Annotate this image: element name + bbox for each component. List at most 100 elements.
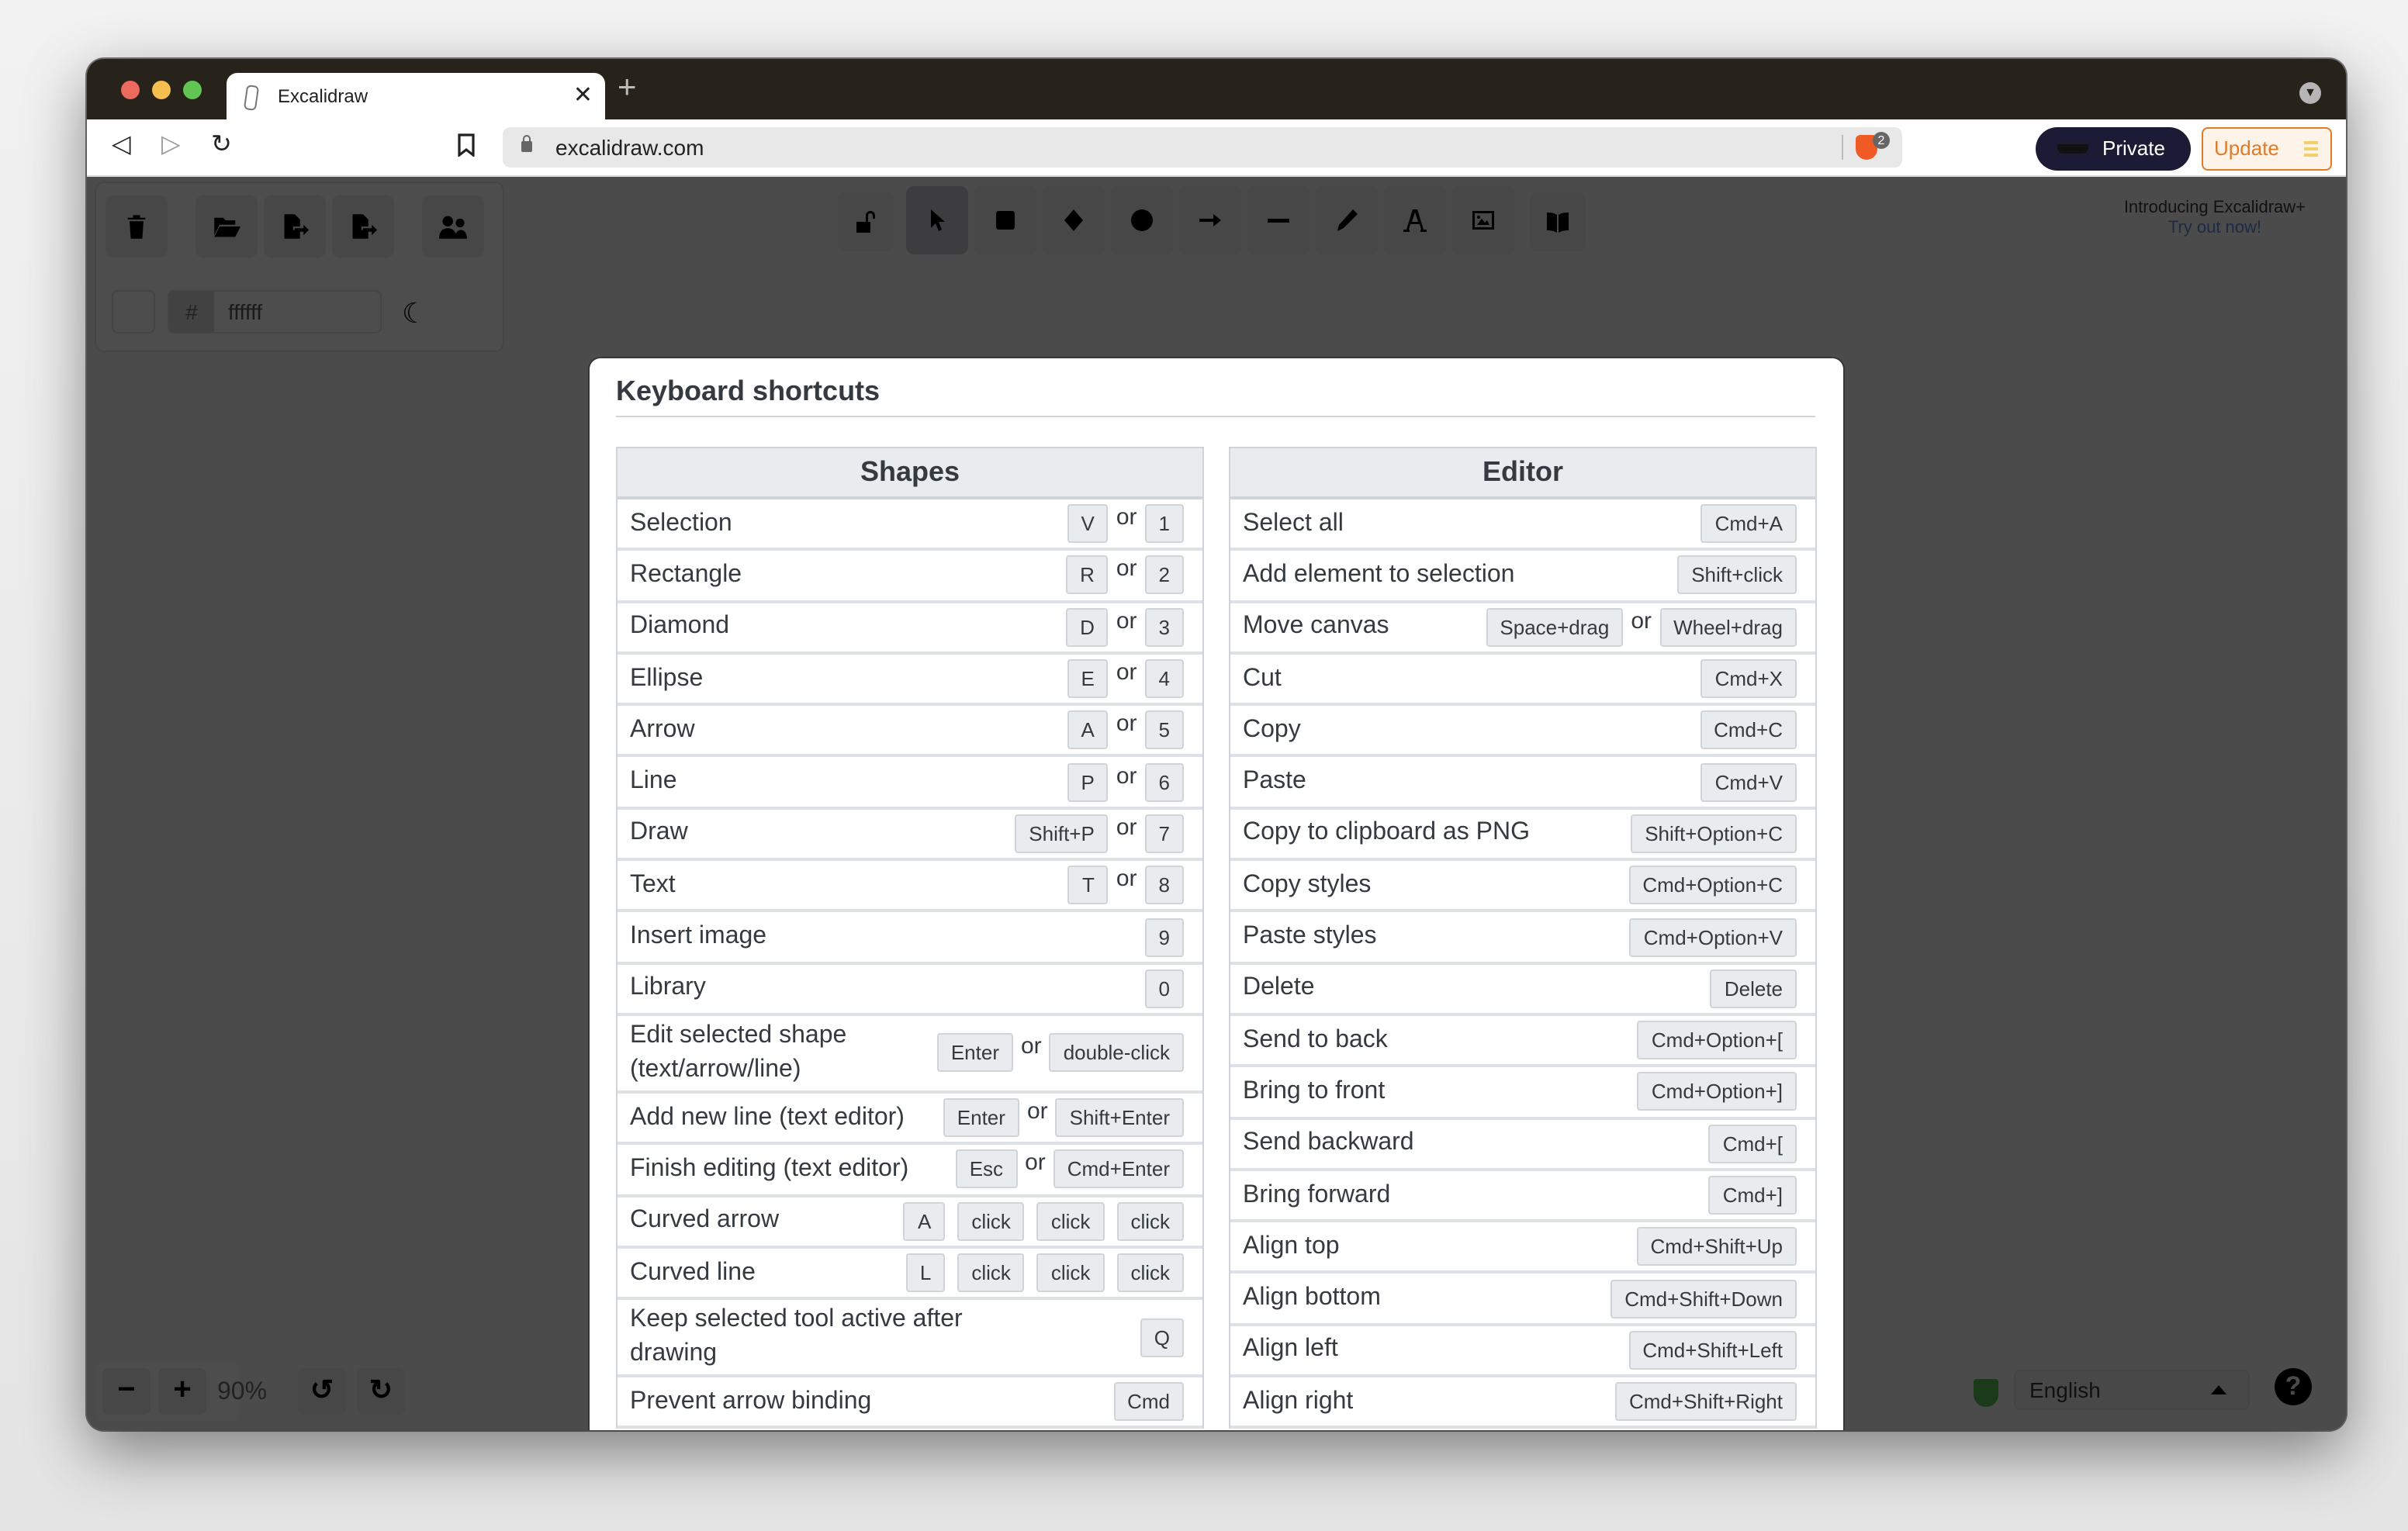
hash-prefix: # bbox=[169, 292, 214, 332]
shortcut-label: Add new line (text editor) bbox=[630, 1104, 905, 1131]
shortcut-row: Insert image 9 bbox=[618, 913, 1202, 965]
shortcut-keys: Por 6 bbox=[1061, 762, 1184, 802]
key-badge: Cmd+Option+[ bbox=[1637, 1021, 1797, 1060]
url-divider bbox=[1842, 135, 1843, 160]
or-separator: or bbox=[1025, 1149, 1046, 1177]
or-separator: or bbox=[1116, 762, 1137, 790]
dark-mode-toggle-icon[interactable]: ☾ bbox=[402, 298, 427, 330]
tab-list-dropdown-icon[interactable]: ▼ bbox=[2299, 82, 2321, 104]
tool-text[interactable] bbox=[1384, 186, 1446, 254]
tool-diamond[interactable] bbox=[1043, 186, 1105, 254]
tool-arrow[interactable] bbox=[1179, 186, 1241, 254]
shortcut-row: Curved arrow Aclick click click bbox=[618, 1197, 1202, 1249]
export-image-button[interactable] bbox=[332, 195, 394, 257]
redo-icon: ↻ bbox=[368, 1374, 393, 1405]
forward-icon[interactable]: ▷ bbox=[161, 132, 181, 160]
tool-rectangle[interactable] bbox=[974, 186, 1036, 254]
shortcut-keys: 9 bbox=[1139, 918, 1184, 957]
language-select[interactable]: English bbox=[2014, 1370, 2250, 1410]
shortcut-keys: Aor 5 bbox=[1061, 710, 1184, 750]
key-badge: Cmd+Shift+Down bbox=[1611, 1279, 1797, 1318]
shortcut-keys: Cmd+X bbox=[1695, 659, 1797, 699]
new-tab-button[interactable]: + bbox=[618, 71, 637, 105]
shortcut-row: Copy styles Cmd+Option+C bbox=[1230, 861, 1815, 913]
shortcut-row: Curved line Lclick click click bbox=[618, 1249, 1202, 1301]
bookmark-icon[interactable] bbox=[458, 133, 475, 164]
shortcut-label: Add element to selection bbox=[1243, 561, 1515, 588]
tool-image[interactable] bbox=[1452, 186, 1514, 254]
tool-draw[interactable] bbox=[1316, 186, 1378, 254]
undo-button[interactable]: ↺ bbox=[298, 1368, 346, 1415]
desktop: Excalidraw ✕ + ▼ ◁ ▷ ↻ excalidraw.com 2 bbox=[0, 0, 2408, 1531]
lock-icon bbox=[521, 135, 532, 152]
back-icon[interactable]: ◁ bbox=[112, 132, 131, 160]
redo-button[interactable]: ↻ bbox=[357, 1368, 405, 1415]
help-icon[interactable]: ? bbox=[2275, 1368, 2312, 1405]
zoom-level[interactable]: 90% bbox=[217, 1379, 267, 1407]
url-text[interactable]: excalidraw.com bbox=[555, 135, 704, 160]
encryption-shield-icon[interactable] bbox=[1974, 1379, 1998, 1407]
key-badge: Enter bbox=[936, 1033, 1013, 1073]
background-hex-value[interactable]: ffffff bbox=[228, 299, 262, 324]
private-window-button[interactable]: Private bbox=[2036, 127, 2191, 171]
collaborators-icon bbox=[439, 216, 467, 239]
shortcut-row: Paste styles Cmd+Option+V bbox=[1230, 913, 1815, 965]
canvas-background-swatch[interactable] bbox=[112, 290, 155, 334]
text-icon bbox=[1403, 209, 1427, 232]
tool-line[interactable] bbox=[1247, 186, 1310, 254]
key-badge: Delete bbox=[1710, 969, 1797, 1008]
key-badge: Cmd+Option+C bbox=[1628, 866, 1797, 905]
shortcut-row: Line Por 6 bbox=[618, 758, 1202, 810]
editor-rows: Select all Cmd+A Add element to selection S… bbox=[1230, 499, 1815, 1429]
open-button[interactable] bbox=[195, 195, 258, 257]
close-tab-icon[interactable]: ✕ bbox=[573, 81, 593, 109]
shortcut-label: Prevent arrow binding bbox=[630, 1388, 872, 1415]
shortcut-keys: Shift+click bbox=[1671, 555, 1797, 595]
key-badge: Shift+P bbox=[1015, 814, 1109, 853]
zoom-out-button[interactable]: − bbox=[102, 1368, 150, 1415]
canvas-background-input[interactable]: # ffffff bbox=[168, 290, 382, 334]
tool-library[interactable] bbox=[1530, 192, 1586, 251]
reload-icon[interactable]: ↻ bbox=[211, 132, 232, 160]
key-badge: 6 bbox=[1144, 762, 1184, 802]
key-badge: Shift+click bbox=[1677, 555, 1797, 595]
shortcut-row: Text Tor 8 bbox=[618, 861, 1202, 913]
key-badge: Cmd+] bbox=[1708, 1176, 1797, 1215]
shortcut-label: Bring to front bbox=[1243, 1077, 1386, 1104]
shortcut-row: Arrow Aor 5 bbox=[618, 706, 1202, 758]
tool-ellipse[interactable] bbox=[1111, 186, 1173, 254]
maximize-window-button[interactable] bbox=[183, 81, 202, 99]
shortcut-label: Diamond bbox=[630, 613, 730, 640]
save-button[interactable] bbox=[264, 195, 326, 257]
key-badge: A bbox=[903, 1201, 946, 1241]
zoom-in-button[interactable]: + bbox=[158, 1368, 206, 1415]
key-badge: click bbox=[957, 1201, 1025, 1241]
tool-selection[interactable] bbox=[906, 186, 968, 254]
live-collaboration-button[interactable] bbox=[422, 195, 484, 257]
clear-canvas-button[interactable] bbox=[106, 195, 168, 257]
key-badge: V bbox=[1067, 504, 1109, 544]
shortcut-row: Prevent arrow binding Cmd bbox=[618, 1377, 1202, 1429]
shortcut-label: Paste styles bbox=[1243, 923, 1377, 950]
key-badge: Shift+Enter bbox=[1055, 1098, 1184, 1138]
shortcut-row: Finish editing (text editor) Esc or Cmd+Ent… bbox=[618, 1146, 1202, 1197]
shortcut-keys: Cmd+Shift+Right bbox=[1609, 1382, 1797, 1422]
tab-excalidraw[interactable]: Excalidraw ✕ bbox=[227, 73, 605, 119]
minimize-window-button[interactable] bbox=[152, 81, 171, 99]
update-button[interactable]: Update bbox=[2202, 127, 2332, 171]
editor-section: Editor Select all Cmd+A Add element to sel… bbox=[1229, 447, 1817, 1429]
shortcut-keys: Cmd+Shift+Left bbox=[1622, 1330, 1797, 1370]
shortcut-keys: Cmd+Option+C bbox=[1622, 866, 1797, 905]
footer-right: English ? bbox=[1974, 1362, 2330, 1424]
key-badge: Space+drag bbox=[1486, 607, 1624, 647]
key-badge: 7 bbox=[1144, 814, 1184, 853]
try-out-now-link[interactable]: Try out now! bbox=[2124, 219, 2306, 239]
tool-lock[interactable] bbox=[838, 192, 894, 251]
key-badge: Cmd+A bbox=[1700, 504, 1797, 544]
url-bar[interactable]: excalidraw.com 2 bbox=[503, 127, 1902, 168]
shortcut-keys: Cmd+Shift+Up bbox=[1630, 1227, 1797, 1267]
close-window-button[interactable] bbox=[121, 81, 140, 99]
tab-title: Excalidraw bbox=[278, 85, 368, 107]
shortcut-row: Align right Cmd+Shift+Right bbox=[1230, 1377, 1815, 1429]
shortcut-keys: Cmd+V bbox=[1695, 762, 1797, 802]
